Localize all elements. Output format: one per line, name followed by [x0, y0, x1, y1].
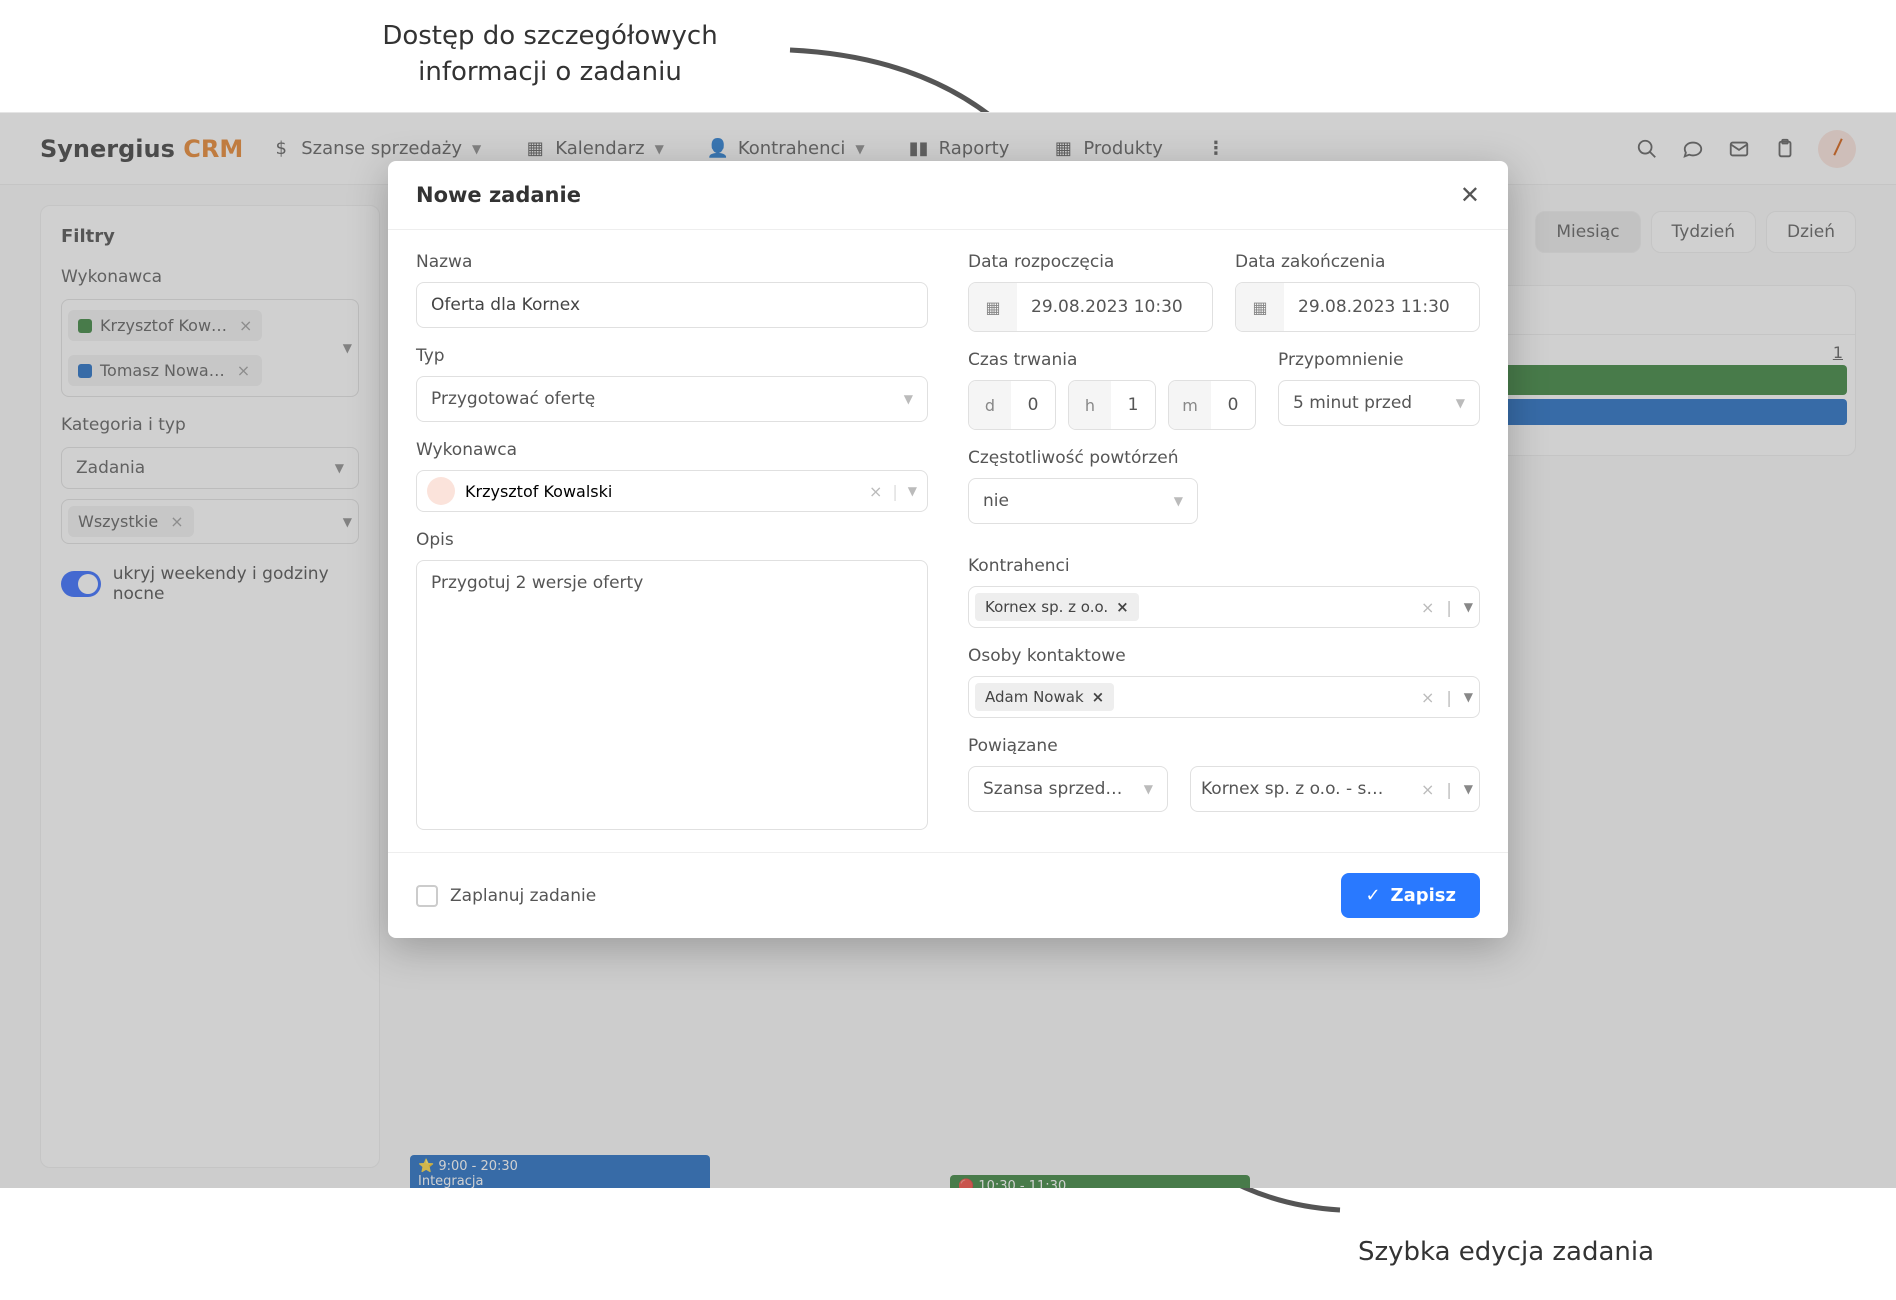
- performer-value: Krzysztof Kowalski: [465, 482, 859, 501]
- new-task-modal: Nowe zadanie ✕ Nazwa Typ Przygotować ofe…: [388, 161, 1508, 938]
- contact-tag[interactable]: Adam Nowak×: [975, 683, 1114, 711]
- related-type-select[interactable]: Szansa sprzed…▼: [968, 766, 1168, 812]
- reminder-select[interactable]: 5 minut przed▼: [1278, 380, 1480, 426]
- name-input[interactable]: [416, 282, 928, 328]
- app-container: Synergius CRM $Szanse sprzedaży▼ ▦Kalend…: [0, 112, 1896, 1188]
- modal-title: Nowe zadanie: [416, 183, 581, 207]
- chevron-down-icon: ▼: [908, 484, 917, 498]
- close-icon[interactable]: ×: [1421, 780, 1434, 799]
- close-icon[interactable]: ×: [1092, 688, 1105, 706]
- contractors-input[interactable]: Kornex sp. z o.o.× ×|▼: [968, 586, 1480, 628]
- avatar: [427, 477, 455, 505]
- close-icon[interactable]: ×: [1116, 598, 1129, 616]
- performer-label: Wykonawca: [416, 440, 928, 460]
- related-value-select[interactable]: Kornex sp. z o.o. - s… ×|▼: [1190, 766, 1480, 812]
- duration-hours[interactable]: h1: [1068, 380, 1156, 430]
- chevron-down-icon: ▼: [1464, 600, 1473, 614]
- type-label: Typ: [416, 346, 928, 366]
- plan-checkbox[interactable]: [416, 885, 438, 907]
- contacts-input[interactable]: Adam Nowak× ×|▼: [968, 676, 1480, 718]
- related-label: Powiązane: [968, 736, 1480, 756]
- close-icon[interactable]: ×: [1421, 598, 1434, 617]
- modal-footer: Zaplanuj zadanie ✓Zapisz: [388, 852, 1508, 938]
- contractors-label: Kontrahenci: [968, 556, 1480, 576]
- name-label: Nazwa: [416, 252, 928, 272]
- plan-label: Zaplanuj zadanie: [450, 886, 596, 906]
- modal-body: Nazwa Typ Przygotować ofertę▼ Wykonawca …: [388, 230, 1508, 852]
- modal-header: Nowe zadanie ✕: [388, 161, 1508, 230]
- chevron-down-icon: ▼: [904, 392, 913, 406]
- chevron-down-icon: ▼: [1456, 396, 1465, 410]
- end-date-input[interactable]: ▦29.08.2023 11:30: [1235, 282, 1480, 332]
- start-label: Data rozpoczęcia: [968, 252, 1213, 272]
- duration-label: Czas trwania: [968, 350, 1256, 370]
- chevron-down-icon: ▼: [1464, 782, 1473, 796]
- desc-textarea[interactable]: [416, 560, 928, 830]
- performer-select[interactable]: Krzysztof Kowalski × | ▼: [416, 470, 928, 512]
- end-label: Data zakończenia: [1235, 252, 1480, 272]
- start-date-input[interactable]: ▦29.08.2023 10:30: [968, 282, 1213, 332]
- frequency-label: Częstotliwość powtórzeń: [968, 448, 1480, 468]
- save-button[interactable]: ✓Zapisz: [1341, 873, 1480, 918]
- check-icon: ✓: [1365, 885, 1380, 906]
- contacts-label: Osoby kontaktowe: [968, 646, 1480, 666]
- chevron-down-icon: ▼: [1144, 782, 1153, 796]
- modal-overlay: Nowe zadanie ✕ Nazwa Typ Przygotować ofe…: [0, 113, 1896, 1188]
- reminder-label: Przypomnienie: [1278, 350, 1480, 370]
- close-icon[interactable]: ×: [869, 482, 882, 501]
- close-icon[interactable]: ×: [1421, 688, 1434, 707]
- duration-days[interactable]: d0: [968, 380, 1056, 430]
- annotation-bottom: Szybka edycja zadania: [1346, 1234, 1666, 1270]
- close-button[interactable]: ✕: [1460, 181, 1480, 209]
- calendar-icon: ▦: [1236, 283, 1284, 331]
- calendar-icon: ▦: [969, 283, 1017, 331]
- chevron-down-icon: ▼: [1464, 690, 1473, 704]
- contractor-tag[interactable]: Kornex sp. z o.o.×: [975, 593, 1139, 621]
- desc-label: Opis: [416, 530, 928, 550]
- type-select[interactable]: Przygotować ofertę▼: [416, 376, 928, 422]
- duration-minutes[interactable]: m0: [1168, 380, 1256, 430]
- frequency-select[interactable]: nie▼: [968, 478, 1198, 524]
- chevron-down-icon: ▼: [1174, 494, 1183, 508]
- annotation-top: Dostęp do szczegółowych informacji o zad…: [340, 18, 760, 91]
